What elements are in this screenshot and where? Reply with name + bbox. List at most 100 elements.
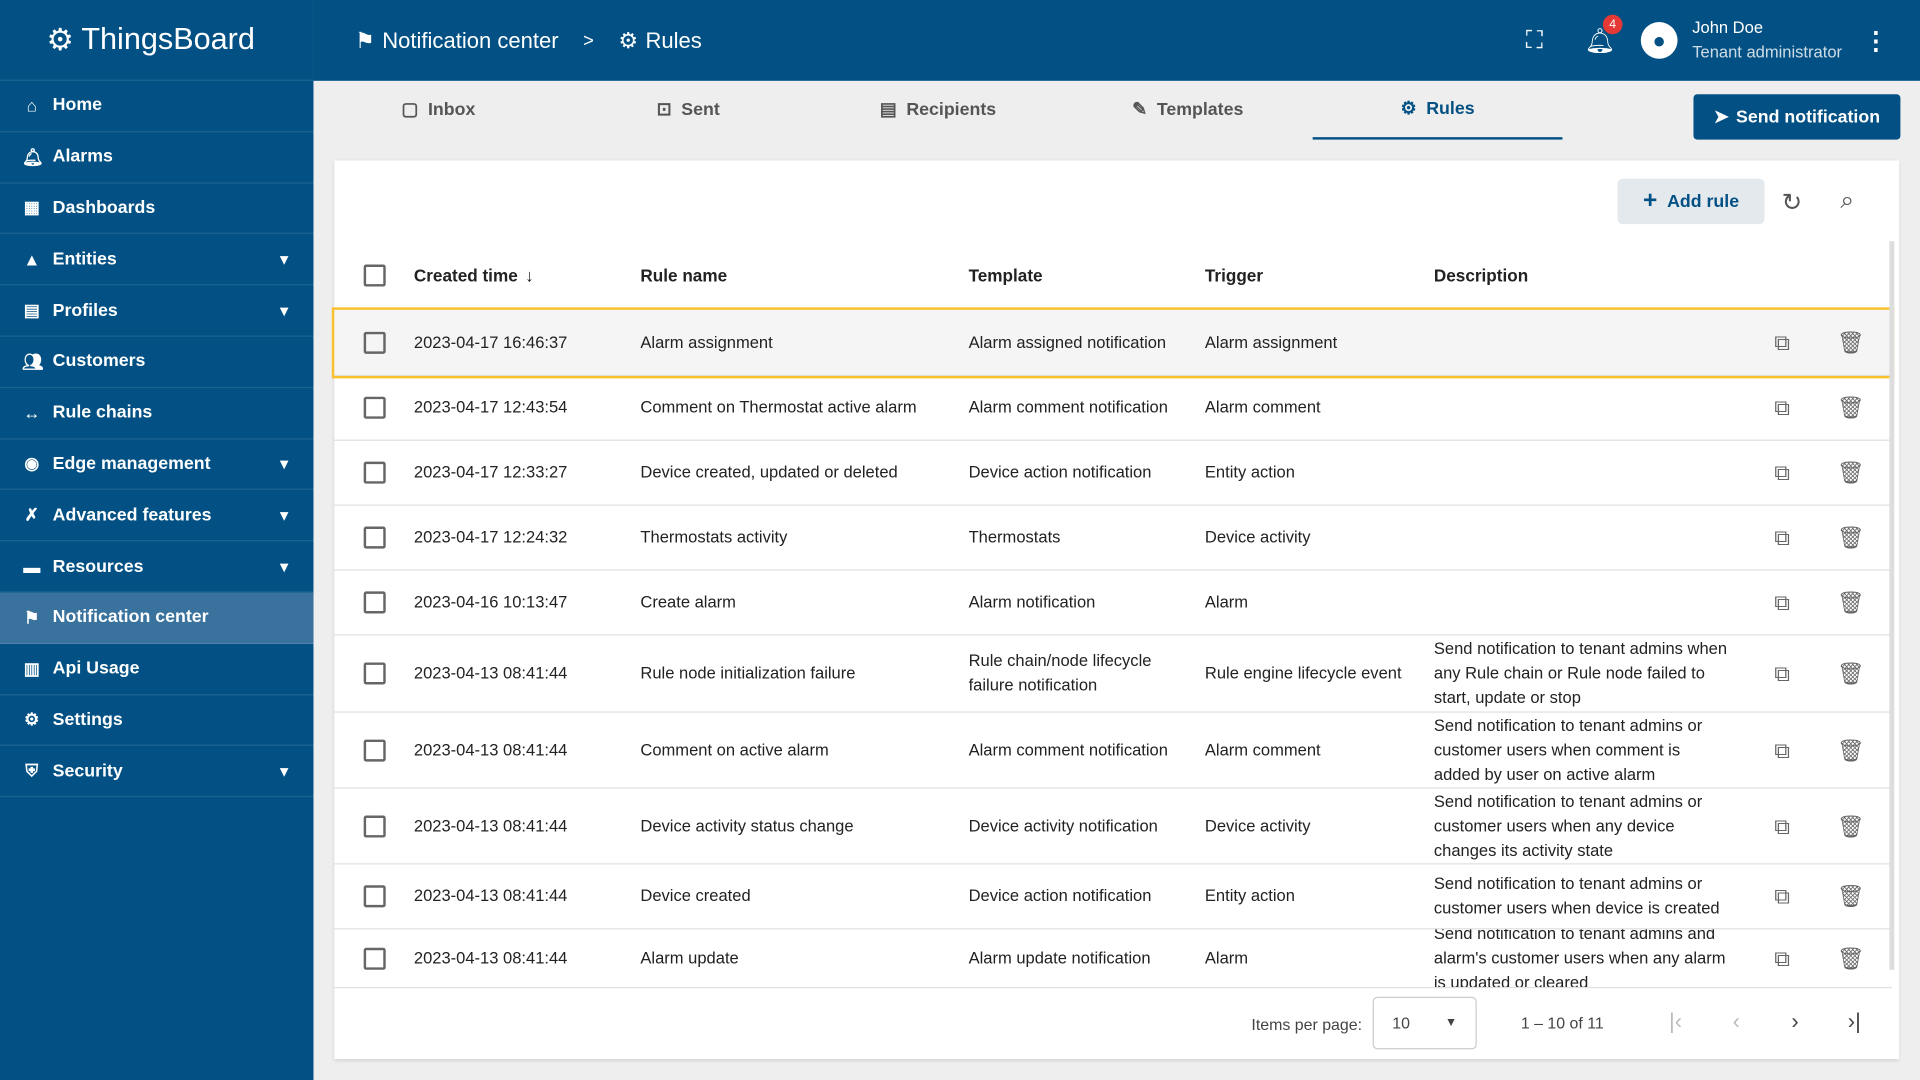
cell-template: Alarm notification xyxy=(968,592,1096,612)
sidebar-item-notification-center[interactable]: ⚑ Notification center xyxy=(0,592,314,644)
page-size-select[interactable]: 10 ▼ xyxy=(1372,996,1477,1050)
tab-templates[interactable]: ✎ Templates xyxy=(1063,81,1313,140)
row-checkbox[interactable] xyxy=(363,396,386,419)
table-row[interactable]: 2023-04-13 08:41:44 Comment on active ala… xyxy=(334,713,1892,789)
previous-page-icon[interactable]: ‹ xyxy=(1733,1009,1740,1035)
tab-inbox[interactable]: ▢ Inbox xyxy=(313,81,563,140)
table-row[interactable]: 2023-04-13 08:41:44 Device activity statu… xyxy=(334,789,1892,865)
table-row[interactable]: 2023-04-17 12:33:27 Device created, updat… xyxy=(334,441,1892,506)
delete-icon[interactable]: 🗑︎ xyxy=(1837,506,1865,570)
customers-icon: 👥︎ xyxy=(22,351,44,371)
sidebar-item-home[interactable]: ⌂ Home xyxy=(0,81,314,132)
column-header[interactable]: Created time ↓ xyxy=(414,241,534,308)
copy-icon[interactable]: ⧉ xyxy=(1774,789,1790,864)
copy-icon[interactable]: ⧉ xyxy=(1774,929,1790,987)
tab-rules[interactable]: ⚙ Rules xyxy=(1312,81,1563,140)
sidebar-item-alarms[interactable]: 🔔︎ Alarms xyxy=(0,132,314,184)
copy-icon[interactable]: ⧉ xyxy=(1774,864,1790,928)
folder-icon: ▬ xyxy=(23,556,41,577)
delete-icon[interactable]: 🗑︎ xyxy=(1837,636,1865,712)
sidebar-item-label: Security xyxy=(52,761,123,781)
column-header: Description xyxy=(1433,265,1529,285)
avatar[interactable]: ● xyxy=(1640,22,1678,59)
copy-icon[interactable]: ⧉ xyxy=(1774,441,1790,505)
cell-trigger: Alarm comment xyxy=(1204,740,1321,759)
delete-icon[interactable]: 🗑︎ xyxy=(1837,310,1865,375)
sidebar-item-advanced-features[interactable]: ✗ Advanced features ▼ xyxy=(0,490,314,542)
breadcrumb-separator: > xyxy=(583,30,594,51)
profiles-icon: ▤ xyxy=(23,300,40,320)
sidebar-item-security[interactable]: ⛨ Security ▼ xyxy=(0,746,314,798)
scrollbar[interactable] xyxy=(1889,241,1895,970)
row-checkbox[interactable] xyxy=(363,591,386,614)
sidebar-item-resources[interactable]: ▬ Resources ▼ xyxy=(0,541,314,593)
page-size-value: 10 xyxy=(1392,1013,1410,1033)
fullscreen-icon[interactable]: ⛶ xyxy=(1526,26,1543,54)
tab-bar: ▢ Inbox ⊡ Sent ▤ Recipients ✎ Templates ⚙ Rules xyxy=(313,81,1684,140)
chart-icon: ▥ xyxy=(23,658,40,678)
delete-icon[interactable]: 🗑︎ xyxy=(1837,789,1865,864)
first-page-icon[interactable]: |‹ xyxy=(1669,1009,1682,1035)
home-icon: ⌂ xyxy=(26,95,38,116)
copy-icon[interactable]: ⧉ xyxy=(1774,571,1790,635)
cell-rule-name: Comment on Thermostat active alarm xyxy=(640,397,917,417)
refresh-icon[interactable]: ↻ xyxy=(1782,187,1803,218)
delete-icon[interactable]: 🗑︎ xyxy=(1837,376,1865,440)
table-row[interactable]: 2023-04-13 08:41:44 Alarm update Alarm upd… xyxy=(334,929,1892,989)
copy-icon[interactable]: ⧉ xyxy=(1774,376,1790,440)
row-checkbox[interactable] xyxy=(363,814,386,837)
table-row[interactable]: 2023-04-16 10:13:47 Create alarm Alarm not… xyxy=(334,571,1892,636)
table-row[interactable]: 2023-04-17 12:43:54 Comment on Thermostat… xyxy=(334,376,1892,441)
copy-icon[interactable]: ⧉ xyxy=(1774,310,1790,375)
sidebar-item-dashboards[interactable]: ▦ Dashboards xyxy=(0,183,314,235)
table-row[interactable]: 2023-04-13 08:41:44 Device created Device … xyxy=(334,864,1892,930)
sidebar-item-label: Edge management xyxy=(52,454,211,474)
more-menu-icon[interactable]: ⋮ xyxy=(1864,25,1888,56)
sidebar-item-label: Customers xyxy=(52,351,146,372)
rules-icon: ⚙ xyxy=(618,27,639,53)
row-checkbox[interactable] xyxy=(363,947,386,970)
logo[interactable]: ⚙ ThingsBoard xyxy=(0,0,314,81)
delete-icon[interactable]: 🗑︎ xyxy=(1837,571,1865,635)
sort-arrow-down-icon[interactable]: ↓ xyxy=(525,263,534,287)
sidebar-item-profiles[interactable]: ▤ Profiles ▼ xyxy=(0,286,314,337)
tab-sent[interactable]: ⊡ Sent xyxy=(563,81,813,140)
table-row[interactable]: 2023-04-17 16:46:37 Alarm assignment Alarm… xyxy=(331,307,1895,379)
tab-sent-icon: ⊡ xyxy=(656,100,672,121)
cell-trigger: Rule engine lifecycle event xyxy=(1204,663,1402,683)
row-checkbox[interactable] xyxy=(363,461,386,484)
delete-icon[interactable]: 🗑︎ xyxy=(1837,441,1865,505)
table-row[interactable]: 2023-04-13 08:41:44 Rule node initializat… xyxy=(334,636,1892,713)
last-page-icon[interactable]: ›| xyxy=(1848,1009,1861,1035)
add-rule-button[interactable]: + Add rule xyxy=(1617,178,1765,225)
row-checkbox[interactable] xyxy=(363,331,386,354)
tab-recipients[interactable]: ▤ Recipients xyxy=(813,81,1063,140)
sidebar-item-settings[interactable]: ⚙ Settings xyxy=(0,695,314,747)
row-checkbox[interactable] xyxy=(363,885,386,908)
cell-trigger: Alarm assignment xyxy=(1204,332,1338,351)
delete-icon[interactable]: 🗑︎ xyxy=(1837,929,1865,987)
select-all-checkbox[interactable] xyxy=(363,263,386,286)
sidebar-item-customers[interactable]: 👥︎ Customers xyxy=(0,337,314,388)
search-icon[interactable]: ⌕ xyxy=(1840,187,1854,215)
copy-icon[interactable]: ⧉ xyxy=(1774,713,1790,788)
row-checkbox[interactable] xyxy=(363,738,386,762)
row-checkbox[interactable] xyxy=(363,526,386,549)
delete-icon[interactable]: 🗑︎ xyxy=(1837,713,1865,788)
send-notification-button[interactable]: ➤ Send notification xyxy=(1693,94,1901,140)
sidebar-item-api-usage[interactable]: ▥ Api Usage xyxy=(0,644,314,695)
delete-icon[interactable]: 🗑︎ xyxy=(1837,864,1865,928)
breadcrumb-notification-center[interactable]: Notification center xyxy=(382,28,558,54)
sidebar-item-rule-chains[interactable]: ↔ Rule chains xyxy=(0,388,314,440)
row-checkbox[interactable] xyxy=(363,662,386,685)
table-row[interactable]: 2023-04-17 12:24:32 Thermostats activity T… xyxy=(334,506,1892,571)
sidebar-item-label: Settings xyxy=(52,710,123,730)
chevron-down-icon: ▼ xyxy=(276,250,292,268)
sidebar-item-edge-management[interactable]: ◉ Edge management ▼ xyxy=(0,439,314,491)
copy-icon[interactable]: ⧉ xyxy=(1774,636,1790,712)
next-page-icon[interactable]: › xyxy=(1791,1009,1798,1035)
dropdown-arrow-icon: ▼ xyxy=(1445,1016,1458,1030)
copy-icon[interactable]: ⧉ xyxy=(1774,506,1790,570)
sidebar-item-entities[interactable]: ▲ Entities ▼ xyxy=(0,234,314,286)
cell-template: Alarm update notification xyxy=(968,948,1151,967)
